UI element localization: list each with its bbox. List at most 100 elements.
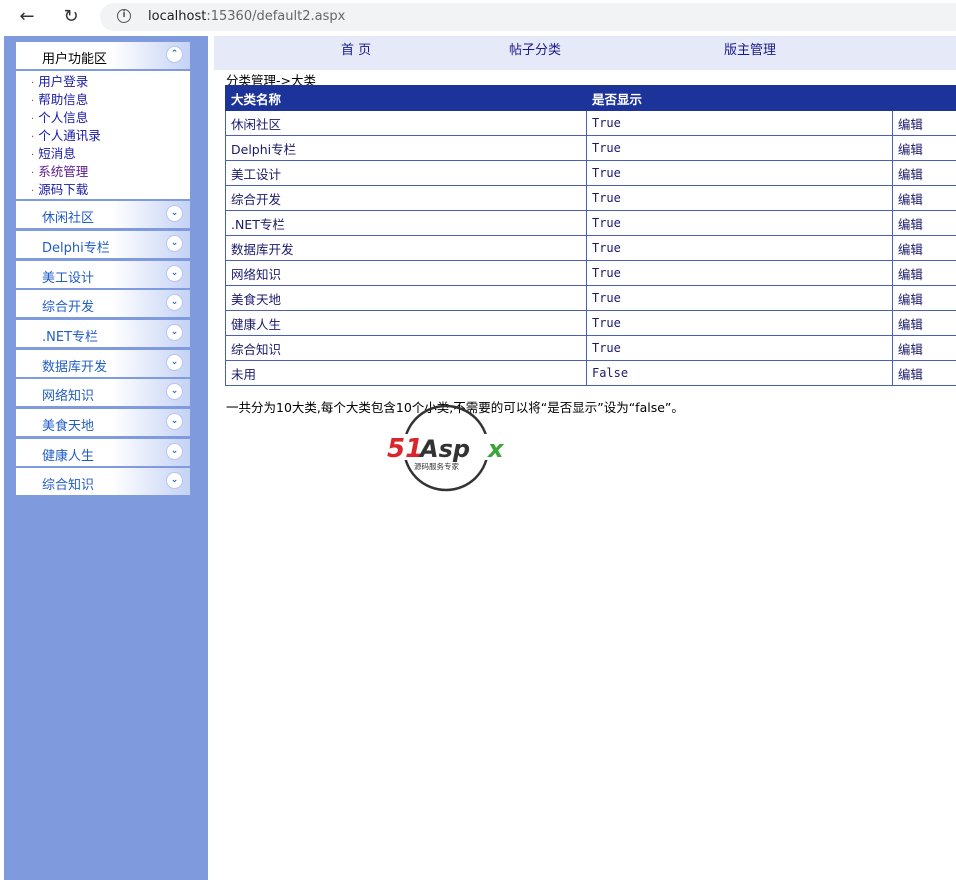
cell-category-name: 网络知识 — [225, 260, 587, 286]
url-text: localhost:15360/default2.aspx — [148, 9, 346, 24]
edit-link[interactable]: 编辑 — [891, 260, 956, 286]
panel-title: 休闲社区 — [42, 211, 95, 226]
cell-is-visible: True — [585, 185, 893, 211]
cell-category-name: 数据库开发 — [225, 235, 587, 261]
table-row: 健康人生 True 编辑 — [225, 310, 956, 336]
panel-header-user-functions[interactable]: 用户功能区 ⌃ — [16, 42, 190, 69]
sidebar-item-help[interactable]: · 帮助信息 — [31, 89, 88, 108]
cell-category-name: 未用 — [225, 360, 587, 386]
panel-header-leisure[interactable]: 休闲社区 ⌄ — [16, 201, 190, 228]
edit-link[interactable]: 编辑 — [891, 160, 956, 186]
column-header-name: 大类名称 — [225, 85, 587, 111]
sidebar-item-source-download[interactable]: · 源码下载 — [31, 179, 88, 198]
expand-chevron-icon[interactable]: ⌄ — [166, 235, 183, 252]
edit-link[interactable]: 编辑 — [891, 210, 956, 236]
table-row: 数据库开发 True 编辑 — [225, 235, 956, 261]
panel-title: 健康人生 — [42, 449, 95, 464]
panel-header-database[interactable]: 数据库开发 ⌄ — [16, 350, 190, 377]
sidebar-item-messages[interactable]: · 短消息 — [31, 143, 76, 162]
edit-link[interactable]: 编辑 — [891, 310, 956, 336]
panel-title: 综合开发 — [42, 300, 95, 315]
cell-category-name: Delphi专栏 — [225, 135, 587, 161]
edit-link[interactable]: 编辑 — [891, 360, 956, 386]
panel-title: .NET专栏 — [42, 330, 99, 345]
table-row: 美工设计 True 编辑 — [225, 160, 956, 186]
cell-is-visible: True — [585, 110, 893, 136]
table-row: 未用 False 编辑 — [225, 360, 956, 386]
browser-toolbar: ← ↻ i localhost:15360/default2.aspx — [0, 0, 956, 34]
edit-link[interactable]: 编辑 — [891, 285, 956, 311]
expand-chevron-icon[interactable]: ⌄ — [166, 443, 183, 460]
menu-moderator-admin[interactable]: 版主管理 — [724, 39, 776, 58]
sidebar-item-profile[interactable]: · 个人信息 — [31, 107, 88, 126]
site-info-icon[interactable]: i — [117, 9, 131, 23]
bullet-icon: · — [31, 132, 35, 143]
panel-header-dotnet[interactable]: .NET专栏 ⌄ — [16, 320, 190, 347]
expand-chevron-icon[interactable]: ⌄ — [166, 383, 183, 400]
table-row: 美食天地 True 编辑 — [225, 285, 956, 311]
table-header-row: 大类名称 是否显示 — [225, 85, 956, 111]
expand-chevron-icon[interactable]: ⌄ — [166, 413, 183, 430]
panel-title: 综合知识 — [42, 478, 95, 493]
sidebar-item-contacts[interactable]: · 个人通讯录 — [31, 125, 101, 144]
panel-header-food[interactable]: 美食天地 ⌄ — [16, 409, 190, 436]
expand-chevron-icon[interactable]: ⌄ — [166, 354, 183, 371]
bullet-icon: · — [31, 78, 35, 89]
category-table: 大类名称 是否显示 休闲社区 True 编辑 Delphi专栏 True 编辑 美工设计 Tr… — [225, 85, 956, 386]
cell-category-name: .NET专栏 — [225, 210, 587, 236]
expand-chevron-icon[interactable]: ⌄ — [166, 205, 183, 222]
reload-icon[interactable]: ↻ — [58, 4, 84, 30]
cell-category-name: 综合知识 — [225, 335, 587, 361]
address-bar[interactable]: i localhost:15360/default2.aspx — [100, 3, 956, 31]
menu-home[interactable]: 首 页 — [341, 39, 371, 58]
panel-title: 美食天地 — [42, 419, 95, 434]
sidebar-item-system-admin[interactable]: · 系统管理 — [31, 161, 88, 180]
bullet-icon: · — [31, 186, 35, 197]
table-row: 休闲社区 True 编辑 — [225, 110, 956, 136]
table-row: 网络知识 True 编辑 — [225, 260, 956, 286]
cell-category-name: 美工设计 — [225, 160, 587, 186]
table-row: Delphi专栏 True 编辑 — [225, 135, 956, 161]
top-menu: 首 页 帖子分类 版主管理 — [214, 36, 956, 70]
panel-header-general-dev[interactable]: 综合开发 ⌄ — [16, 290, 190, 317]
cell-is-visible: True — [585, 160, 893, 186]
panel-title: 数据库开发 — [42, 360, 108, 375]
cell-category-name: 健康人生 — [225, 310, 587, 336]
column-header-show: 是否显示 — [585, 85, 893, 111]
cell-category-name: 综合开发 — [225, 185, 587, 211]
cell-category-name: 休闲社区 — [225, 110, 587, 136]
edit-link[interactable]: 编辑 — [891, 335, 956, 361]
panel-title: 美工设计 — [42, 271, 95, 286]
table-body: 休闲社区 True 编辑 Delphi专栏 True 编辑 美工设计 True 编辑 综合开发 Tr… — [225, 110, 956, 386]
table-row: 综合开发 True 编辑 — [225, 185, 956, 211]
edit-link[interactable]: 编辑 — [891, 185, 956, 211]
cell-is-visible: True — [585, 210, 893, 236]
panel-header-art-design[interactable]: 美工设计 ⌄ — [16, 261, 190, 288]
cell-is-visible: True — [585, 260, 893, 286]
panel-header-delphi[interactable]: Delphi专栏 ⌄ — [16, 231, 190, 258]
back-arrow-icon[interactable]: ← — [14, 4, 40, 30]
panel-header-network[interactable]: 网络知识 ⌄ — [16, 379, 190, 406]
cell-is-visible: True — [585, 285, 893, 311]
bullet-icon: · — [31, 114, 35, 125]
edit-link[interactable]: 编辑 — [891, 235, 956, 261]
bullet-icon: · — [31, 150, 35, 161]
logo-51: 51 — [387, 434, 423, 464]
menu-post-categories[interactable]: 帖子分类 — [509, 39, 561, 58]
cell-category-name: 美食天地 — [225, 285, 587, 311]
panel-header-general-knowledge[interactable]: 综合知识 ⌄ — [16, 468, 190, 495]
sidebar-item-login[interactable]: · 用户登录 — [31, 71, 88, 90]
column-header-action — [891, 85, 956, 111]
expand-chevron-icon[interactable]: ⌄ — [166, 472, 183, 489]
cell-is-visible: True — [585, 335, 893, 361]
edit-link[interactable]: 编辑 — [891, 135, 956, 161]
expand-chevron-icon[interactable]: ⌄ — [166, 265, 183, 282]
51aspx-logo: 51 Asp x 源码服务专家 — [384, 404, 512, 492]
panel-header-health[interactable]: 健康人生 ⌄ — [16, 439, 190, 466]
collapse-chevron-icon[interactable]: ⌃ — [166, 46, 183, 63]
cell-is-visible: False — [585, 360, 893, 386]
expand-chevron-icon[interactable]: ⌄ — [166, 294, 183, 311]
expand-chevron-icon[interactable]: ⌄ — [166, 324, 183, 341]
panel-body-user-functions: · 用户登录 · 帮助信息 · 个人信息 · 个人通讯录 · 短消息 · 系统管理 · 源码下… — [16, 71, 190, 199]
edit-link[interactable]: 编辑 — [891, 110, 956, 136]
